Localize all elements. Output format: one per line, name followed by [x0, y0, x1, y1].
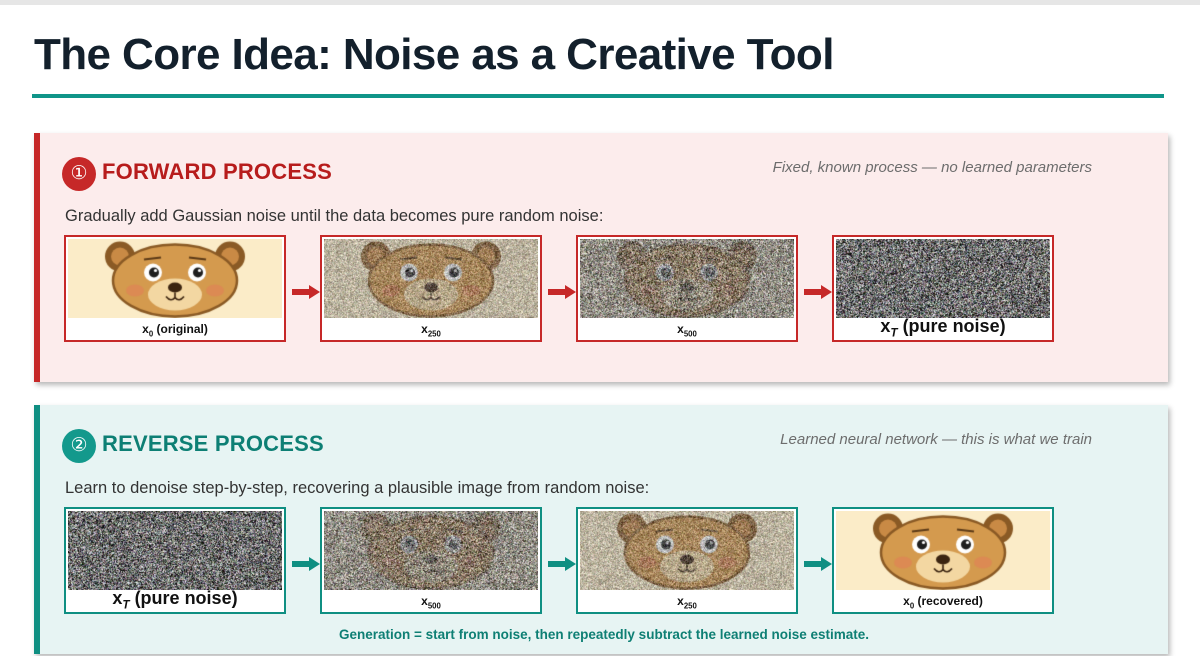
noisy-bear-image: [580, 239, 794, 318]
top-border: [0, 0, 1200, 5]
forward-step-badge: ①: [62, 157, 96, 191]
frame-caption: x0 (recovered): [834, 594, 1052, 610]
page-title: The Core Idea: Noise as a Creative Tool: [34, 30, 834, 80]
pure-noise-image: [836, 239, 1050, 318]
arrow-right-icon: [548, 285, 576, 299]
forward-note: Fixed, known process — no learned parame…: [773, 159, 1092, 176]
reverse-process-panel: ② REVERSE PROCESS Learned neural network…: [34, 405, 1168, 654]
forward-process-panel: ① FORWARD PROCESS Fixed, known process —…: [34, 133, 1168, 382]
frame-caption: x0 (original): [66, 322, 284, 338]
reverse-frame-x250: x250: [576, 507, 798, 614]
forward-frame-x0: x0 (original): [64, 235, 286, 342]
forward-frame-x500: x500: [576, 235, 798, 342]
frame-caption: xT (pure noise): [834, 316, 1052, 340]
pure-noise-image: [68, 511, 282, 590]
reverse-title: REVERSE PROCESS: [102, 431, 324, 457]
forward-title: FORWARD PROCESS: [102, 159, 332, 185]
noisy-bear-image: [324, 239, 538, 318]
reverse-frame-xT: xT (pure noise): [64, 507, 286, 614]
frame-caption: x250: [322, 322, 540, 338]
reverse-step-badge: ②: [62, 429, 96, 463]
frame-caption: x500: [578, 322, 796, 338]
bear-image: [68, 239, 282, 318]
reverse-note: Learned neural network — this is what we…: [780, 431, 1092, 448]
reverse-description: Learn to denoise step-by-step, recoverin…: [65, 479, 649, 498]
frame-caption: x500: [322, 594, 540, 610]
noisy-bear-image: [580, 511, 794, 590]
arrow-right-icon: [804, 285, 832, 299]
reverse-frame-x500: x500: [320, 507, 542, 614]
arrow-right-icon: [548, 557, 576, 571]
forward-description: Gradually add Gaussian noise until the d…: [65, 207, 603, 226]
reverse-frame-x0: x0 (recovered): [832, 507, 1054, 614]
frame-caption: x250: [578, 594, 796, 610]
arrow-right-icon: [292, 557, 320, 571]
forward-frame-x250: x250: [320, 235, 542, 342]
bear-image: [836, 511, 1050, 590]
generation-summary: Generation = start from noise, then repe…: [40, 627, 1168, 642]
forward-frame-xT: xT (pure noise): [832, 235, 1054, 342]
arrow-right-icon: [804, 557, 832, 571]
frame-caption: xT (pure noise): [66, 588, 284, 612]
title-underline: [32, 94, 1164, 98]
noisy-bear-image: [324, 511, 538, 590]
arrow-right-icon: [292, 285, 320, 299]
